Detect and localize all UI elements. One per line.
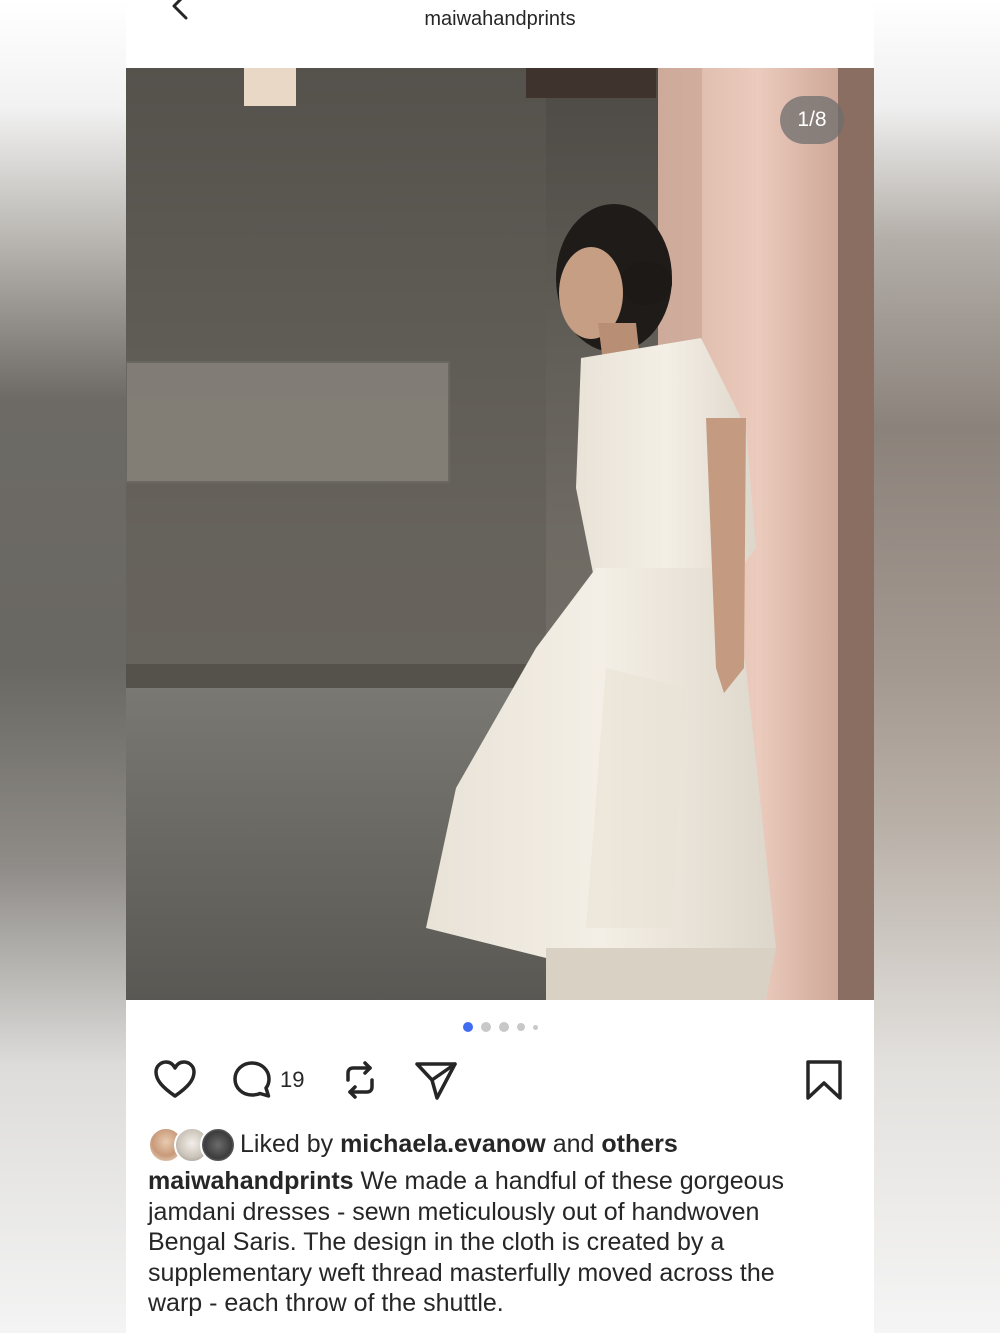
bookmark-icon	[806, 1060, 842, 1100]
post-screen: maiwahandprints 1/8 19 Liked by michaela…	[126, 0, 874, 1333]
carousel-dot	[498, 1022, 509, 1032]
caption-text-3: Bengal Saris. The design in the cloth is…	[148, 1228, 725, 1256]
action-bar: 19	[126, 1058, 874, 1106]
blurred-background-right	[874, 0, 1000, 1333]
caption-text-2: jamdani dresses - sewn meticulously out …	[148, 1197, 760, 1226]
carousel-indicator	[126, 1022, 874, 1036]
caption-text-5: warp - each throw of the shuttle.	[148, 1289, 504, 1317]
carousel-dot-active	[462, 1022, 473, 1032]
save-button[interactable]	[804, 1058, 844, 1102]
comment-button[interactable]: 19	[230, 1058, 304, 1102]
likes-others[interactable]: others	[601, 1130, 677, 1158]
share-button[interactable]	[412, 1058, 460, 1102]
carousel-dot	[532, 1024, 538, 1030]
likes-row: Liked by michaela.evanow and others	[148, 1124, 678, 1164]
comment-count: 19	[280, 1067, 305, 1092]
top-bar: maiwahandprints	[126, 0, 874, 68]
like-button[interactable]	[152, 1058, 198, 1102]
repost-icon	[346, 1061, 374, 1099]
post-caption: maiwahandprints We made a handful of the…	[148, 1166, 858, 1319]
carousel-dot	[480, 1022, 491, 1032]
photo-woman-white-dress	[126, 68, 874, 1000]
likes-summary[interactable]: Liked by michaela.evanow and others	[240, 1130, 678, 1159]
likes-prefix: Liked by	[240, 1129, 334, 1158]
account-name[interactable]: maiwahandprints	[126, 8, 874, 31]
repost-button[interactable]	[338, 1058, 382, 1102]
heart-icon	[154, 1060, 196, 1098]
liker-avatars[interactable]	[148, 1127, 236, 1163]
caption-author[interactable]: maiwahandprints	[148, 1167, 354, 1195]
carousel-dot	[516, 1023, 525, 1031]
likes-connector: and	[552, 1129, 595, 1158]
post-image[interactable]: 1/8	[126, 68, 874, 1000]
comment-bubble-icon	[233, 1061, 271, 1098]
liker-username[interactable]: michaela.evanow	[340, 1130, 546, 1158]
caption-text-4: supplementary weft thread masterfully mo…	[148, 1258, 775, 1287]
blurred-background-left	[0, 0, 126, 1333]
send-icon	[415, 1062, 457, 1100]
caption-line: maiwahandprints We made a handful of the…	[148, 1166, 858, 1197]
avatar	[200, 1127, 236, 1163]
image-counter-badge: 1/8	[780, 96, 844, 144]
caption-text-1: We made a handful of these gorgeous	[360, 1167, 784, 1195]
